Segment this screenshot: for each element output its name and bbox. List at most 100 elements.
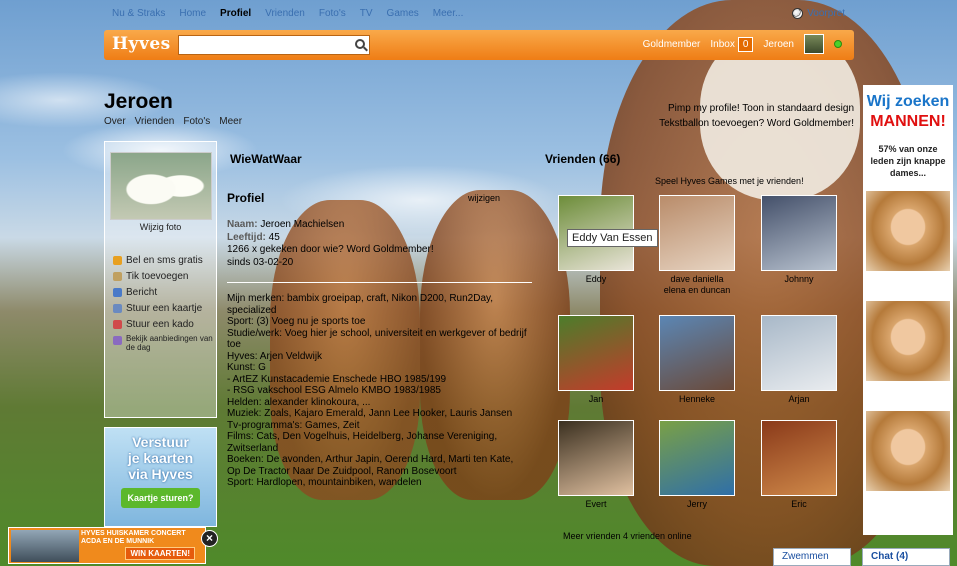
friend-photo[interactable]	[659, 420, 735, 496]
name-value: Jeroen Machielsen	[260, 219, 345, 230]
nav-profiel[interactable]: Profiel	[220, 8, 251, 19]
age-label: Leeftijd:	[227, 231, 266, 243]
sidebar-item-bel-sms[interactable]: Bel en sms gratis	[113, 254, 216, 267]
sidebar-item-kado[interactable]: Stuur een kado	[113, 318, 216, 331]
play-games-link[interactable]: Speel Hyves Games met je vrienden!	[655, 176, 804, 186]
friend-photo[interactable]	[659, 195, 735, 271]
envelope-icon	[113, 288, 122, 297]
friends-footer[interactable]: Meer vrienden 4 vrienden online	[563, 531, 692, 541]
profile-photo[interactable]	[110, 152, 212, 220]
sidebar-item-label: Bekijk aanbiedingen van de dag	[126, 334, 213, 352]
sidebar-item-kaartje[interactable]: Stuur een kaartje	[113, 302, 216, 315]
close-icon[interactable]: ×	[201, 530, 218, 547]
online-status-icon	[834, 40, 842, 48]
friend-card[interactable]: Arjan	[761, 315, 837, 405]
friend-name[interactable]: Eric	[761, 499, 837, 510]
dating-ad-photo[interactable]	[866, 301, 950, 381]
friend-name[interactable]: Evert	[558, 499, 634, 510]
subnav-fotos[interactable]: Foto's	[183, 116, 210, 127]
gift-icon	[113, 320, 122, 329]
subnav-meer[interactable]: Meer	[219, 116, 242, 127]
friend-card[interactable]: Jan	[558, 315, 634, 405]
friend-name[interactable]: Henneke	[659, 394, 735, 405]
dating-ad[interactable]: Wij zoeken MANNEN! 57% van onze leden zi…	[863, 85, 953, 535]
friend-card[interactable]: dave daniella elena en duncan	[659, 195, 735, 296]
friend-card[interactable]: Henneke	[659, 315, 735, 405]
age-value: 45	[268, 231, 280, 243]
friend-name[interactable]: Arjan	[761, 394, 837, 405]
profile-line: Helden: alexander klinokoura, ...	[227, 396, 371, 408]
goldmember-promo-link[interactable]: Tekstballon toevoegen? Word Goldmember!	[659, 116, 854, 131]
views-link[interactable]: 1266 x gekeken door wie?	[227, 244, 344, 255]
hyves-logo[interactable]: Hyves	[112, 34, 171, 54]
win-tickets-button[interactable]: WIN KAARTEN!	[125, 547, 195, 560]
voorpret-link[interactable]: Voorpret	[792, 8, 845, 19]
friend-name[interactable]: Jan	[558, 394, 634, 405]
friend-name[interactable]: Eddy	[558, 274, 634, 285]
pimp-profile-link[interactable]: Pimp my profile! Toon in standaard desig…	[659, 101, 854, 116]
goldmember-link[interactable]: Goldmember	[643, 39, 701, 50]
nav-home[interactable]: Home	[179, 8, 206, 19]
chat-tab[interactable]: Chat (4)	[862, 548, 950, 566]
nav-tv[interactable]: TV	[360, 8, 373, 19]
nav-meer[interactable]: Meer...	[433, 8, 464, 19]
friend-photo[interactable]	[761, 315, 837, 391]
subnav-over[interactable]: Over	[104, 116, 126, 127]
friend-photo[interactable]	[659, 315, 735, 391]
friend-photo[interactable]	[761, 420, 837, 496]
friend-tooltip: Eddy Van Essen	[567, 229, 658, 247]
header-right: Goldmember Inbox 0 Jeroen	[643, 34, 842, 54]
wiewatwaar-heading[interactable]: WieWatWaar	[230, 152, 302, 166]
profile-line: Sport: (3) Voeg nu je sports toe	[227, 316, 366, 327]
inbox-link[interactable]: Inbox 0	[710, 36, 754, 52]
name-row: Naam: Jeroen Machielsen	[227, 219, 527, 232]
concert-ad-text: HYVES HUISKAMER CONCERT ACDA EN DE MUNNI…	[81, 530, 186, 545]
avatar[interactable]	[804, 34, 824, 54]
sidebar-item-tik[interactable]: Tik toevoegen	[113, 270, 216, 283]
friend-name[interactable]: Jerry	[659, 499, 735, 510]
header-bar: Hyves Goldmember Inbox 0 Jeroen	[104, 30, 854, 60]
inbox-count-badge: 0	[737, 36, 754, 52]
goldmember-inline-link[interactable]: Word Goldmember!	[347, 244, 434, 255]
sidebar-item-bericht[interactable]: Bericht	[113, 286, 216, 299]
search-input[interactable]	[178, 35, 370, 55]
friend-card[interactable]: Johnny	[761, 195, 837, 285]
zwemmen-tab[interactable]: Zwemmen	[773, 548, 851, 566]
nav-games[interactable]: Games	[387, 8, 419, 19]
friend-card[interactable]: Eric	[761, 420, 837, 510]
age-row: Leeftijd: 45	[227, 232, 527, 245]
tik-icon	[113, 272, 122, 281]
friend-name[interactable]: dave daniella elena en duncan	[659, 274, 735, 296]
sidebar-item-aanbiedingen[interactable]: Bekijk aanbiedingen van de dag	[113, 334, 216, 352]
concert-ad[interactable]: HYVES HUISKAMER CONCERT ACDA EN DE MUNNI…	[8, 527, 206, 564]
friend-photo[interactable]	[558, 420, 634, 496]
friend-name[interactable]: Johnny	[761, 274, 837, 285]
card-ad-line1: Verstuur	[132, 434, 189, 450]
divider	[227, 282, 532, 283]
nav-vrienden[interactable]: Vrienden	[265, 8, 305, 19]
user-link[interactable]: Jeroen	[763, 39, 794, 50]
profile-line: - ArtEZ Kunstacademie Enschede HBO 1985/…	[227, 373, 447, 385]
profile-details: Mijn merken: bambix groeipap, craft, Nik…	[227, 293, 527, 489]
dating-ad-photo[interactable]	[866, 411, 950, 491]
friend-photo[interactable]	[558, 315, 634, 391]
profile-line: Muziek: Zoals, Kajaro Emerald, Jann Lee …	[227, 408, 513, 419]
profile-line: Boeken: De avonden, Arthur Japin, Oerend…	[227, 454, 514, 477]
friends-heading[interactable]: Vrienden (66)	[545, 152, 620, 166]
nav-nu-straks[interactable]: Nu & Straks	[112, 8, 165, 19]
card-ad[interactable]: Verstuur je kaarten via Hyves Kaartje st…	[104, 427, 217, 527]
nav-fotos[interactable]: Foto's	[319, 8, 346, 19]
search-icon[interactable]	[355, 39, 365, 49]
change-photo-link[interactable]: Wijzig foto	[105, 222, 216, 232]
friend-card[interactable]: Jerry	[659, 420, 735, 510]
friend-card[interactable]: Evert	[558, 420, 634, 510]
concert-ad-photo	[11, 530, 79, 562]
edit-profile-link[interactable]: wijzigen	[468, 193, 500, 203]
profile-subnav: Over Vrienden Foto's Meer	[104, 116, 242, 127]
member-since: sinds 03-02-20	[227, 256, 294, 268]
friend-photo[interactable]	[761, 195, 837, 271]
subnav-vrienden[interactable]: Vrienden	[135, 116, 175, 127]
dating-ad-photo[interactable]	[866, 191, 950, 271]
send-card-button[interactable]: Kaartje sturen?	[121, 488, 200, 508]
tag-icon	[113, 336, 122, 345]
